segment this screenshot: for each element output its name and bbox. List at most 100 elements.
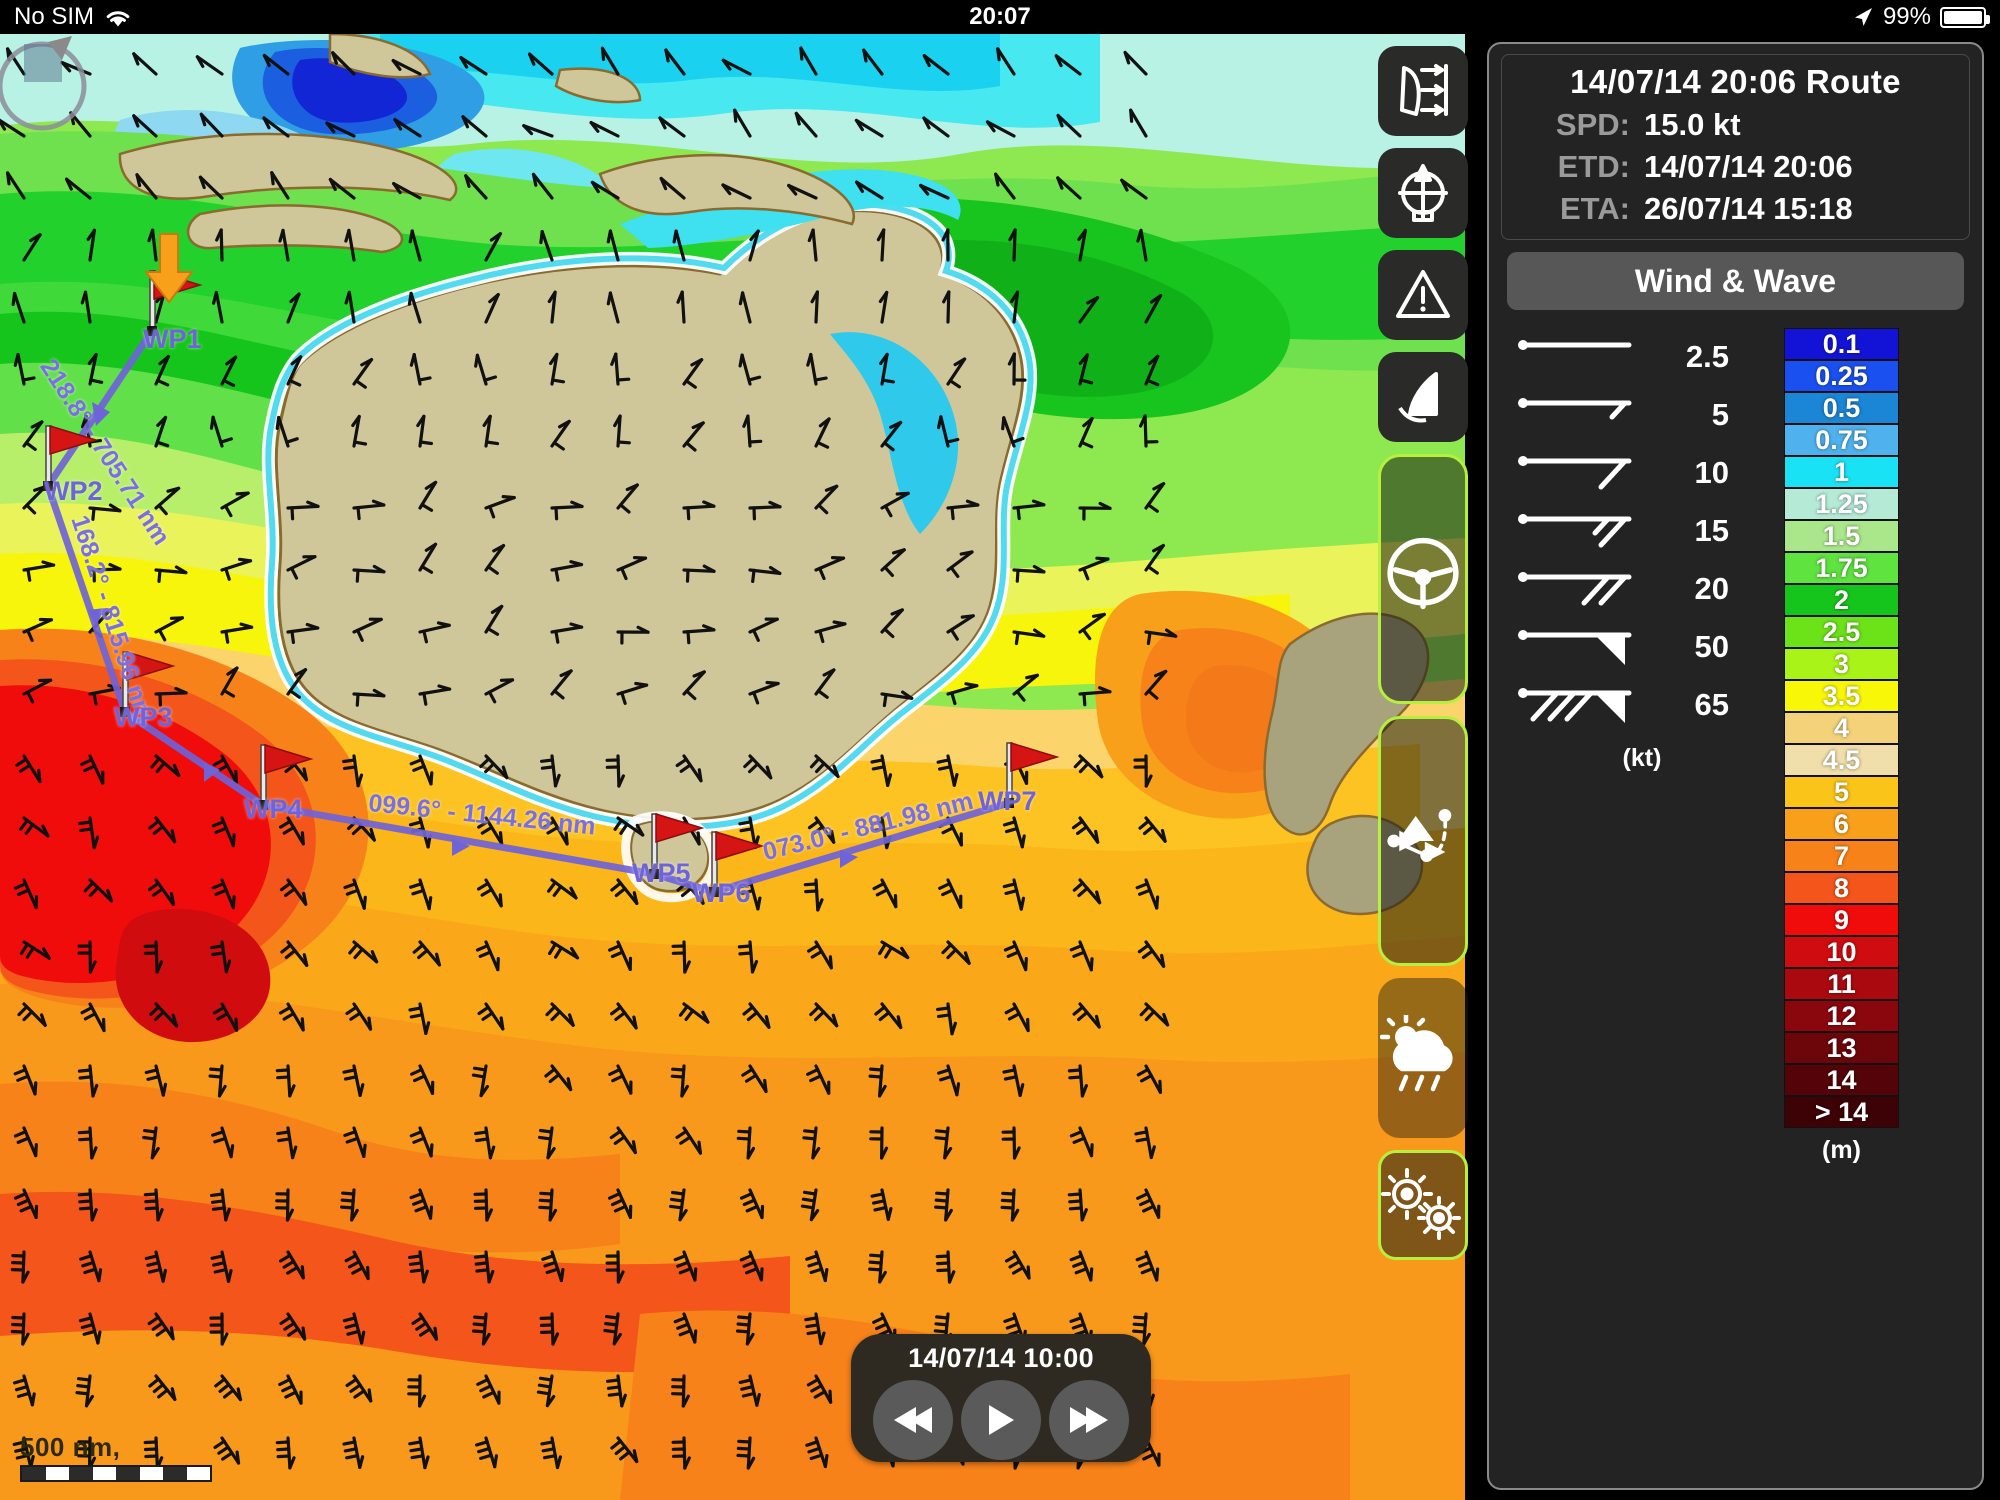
wave-scale-stop: 9 [1784, 904, 1899, 936]
helm-button[interactable] [1378, 454, 1468, 704]
track-route-icon [1387, 809, 1452, 863]
compass-rose-icon [1398, 164, 1448, 222]
battery-percent: 99% [1882, 3, 1931, 30]
wind-barb-row: 50 [1517, 618, 1784, 676]
weather-cloud-icon [1380, 1015, 1453, 1092]
waypoint-label-wp2: WP2 [44, 476, 103, 506]
wind-barb-row: 10 [1517, 444, 1784, 502]
wave-scale-stop: 1.75 [1784, 552, 1899, 584]
wind-barb-row: 5 [1517, 386, 1784, 444]
wave-scale-stop: 14 [1784, 1064, 1899, 1096]
warning-alerts-button[interactable] [1378, 250, 1468, 340]
map-scale-bar: 500 nm, [20, 1432, 212, 1482]
route-etd-key: ETD: [1557, 149, 1630, 184]
wave-scale-stop: 4 [1784, 712, 1899, 744]
wind-barb-value: 10 [1694, 455, 1729, 490]
wind-barb-symbol [1518, 688, 1632, 723]
wind-barb-row: 2.5 [1517, 328, 1784, 386]
wind-unit-label: (kt) [1622, 744, 1662, 772]
route-summary-box[interactable]: 14/07/14 20:06 Route SPD: 15.0 kt ETD: 1… [1501, 54, 1970, 240]
wind-barb-value: 2.5 [1685, 339, 1729, 374]
map-canvas[interactable]: 218.8° - 705.71 nm 168.2° - 815.96 nm 09… [0, 34, 1465, 1500]
rewind-button[interactable] [873, 1380, 953, 1460]
waypoint-label-wp1: WP1 [143, 324, 202, 354]
wind-barb-value: 15 [1694, 513, 1729, 548]
wave-scale-stop: 0.5 [1784, 392, 1899, 424]
route-optimise-icon [1400, 64, 1448, 116]
status-bar-right: 99% [1852, 3, 1990, 31]
player-buttons [873, 1380, 1129, 1460]
route-title: 14/07/14 20:06 Route [1570, 63, 1901, 100]
waypoint-label-wp7: WP7 [978, 786, 1037, 816]
map-weather-layer [0, 34, 1465, 1500]
wind-barb-symbol [1518, 398, 1632, 420]
forecast-timestamp: 14/07/14 10:00 [908, 1343, 1094, 1373]
wave-scale-stop: 1.25 [1784, 488, 1899, 520]
sail-boat-icon [1398, 372, 1438, 423]
wave-scale-stop: 8 [1784, 872, 1899, 904]
wind-barb-value: 20 [1694, 571, 1729, 606]
wave-scale-stop: 0.25 [1784, 360, 1899, 392]
wind-barb-value: 5 [1711, 397, 1729, 432]
wind-barb-legend: 2.5 5 10 15 20 50 65 (kt) [1489, 328, 1784, 1165]
helm-wheel-icon [1387, 537, 1459, 610]
settings-gears-icon [1381, 1168, 1461, 1240]
clock: 20:07 [969, 3, 1031, 30]
compass-rose-button[interactable] [1378, 148, 1468, 238]
wind-barb-symbol [1518, 572, 1632, 606]
play-button[interactable] [961, 1380, 1041, 1460]
route-eta-key: ETA: [1559, 191, 1630, 226]
weather-routing-app: No SIM 20:07 99% 218.8° - 705.71 nm 168.… [0, 0, 2000, 1500]
tracks-button[interactable] [1378, 716, 1468, 966]
wind-barb-row: 15 [1517, 502, 1784, 560]
wave-scale-stop: 10 [1784, 936, 1899, 968]
wave-scale-stop: 2 [1784, 584, 1899, 616]
wave-scale-stop: 12 [1784, 1000, 1899, 1032]
scale-bar-ticks [20, 1465, 212, 1482]
wind-barb-symbol [1518, 340, 1632, 350]
wave-scale-stop: 6 [1784, 808, 1899, 840]
status-bar: No SIM 20:07 99% [0, 0, 2000, 34]
wind-barb-value: 65 [1694, 687, 1729, 722]
wind-barb-symbol [1518, 456, 1632, 490]
wave-scale-stop: 0.75 [1784, 424, 1899, 456]
wind-barb-row: 20 [1517, 560, 1784, 618]
wave-scale-stop: 1.5 [1784, 520, 1899, 552]
tool-sidebar [1378, 46, 1472, 1272]
fast-forward-button[interactable] [1049, 1380, 1129, 1460]
warning-triangle-icon [1396, 270, 1450, 318]
route-row-etd: ETD: 14/07/14 20:06 [1512, 149, 1959, 185]
wave-unit-label: (m) [1822, 1136, 1861, 1164]
wave-scale-stop: 0.1 [1784, 328, 1899, 360]
layer-selector-button[interactable]: Wind & Wave [1507, 252, 1964, 310]
waypoint-label-wp3: WP3 [114, 702, 173, 732]
settings-button[interactable] [1378, 1150, 1468, 1260]
wave-scale-stop: 4.5 [1784, 744, 1899, 776]
sail-boat-button[interactable] [1378, 352, 1468, 442]
timeline-player[interactable]: 14/07/14 10:00 [851, 1334, 1151, 1462]
wind-barb-value: 50 [1694, 629, 1729, 664]
waypoint-label-wp6: WP6 [692, 878, 751, 908]
battery-icon [1940, 6, 1990, 28]
fast-forward-icon-2 [1086, 1407, 1108, 1433]
scale-bar-label: 500 nm, [20, 1432, 121, 1462]
wind-barb-symbol [1518, 514, 1632, 548]
wave-scale-stop: > 14 [1784, 1096, 1899, 1128]
route-spd-value: 15.0 kt [1644, 107, 1741, 142]
wave-scale-stop: 3.5 [1784, 680, 1899, 712]
weather-button[interactable] [1378, 978, 1468, 1138]
route-row-eta: ETA: 26/07/14 15:18 [1512, 191, 1959, 227]
ocean-wave-field [0, 34, 1465, 1500]
wave-height-scale: 0.1 0.25 0.5 0.75 1 1.25 1.5 1.75 2 2.5 3 3.5 4 4.5 5 6… [1784, 328, 1899, 1165]
legend-area: 2.5 5 10 15 20 50 65 (kt) 0.1 0.25 0.5 0.75 1 1.25 1… [1489, 328, 1982, 1165]
waypoint-label-wp4: WP4 [244, 794, 303, 824]
wave-scale-stop: 3 [1784, 648, 1899, 680]
waypoint-label-wp5: WP5 [632, 858, 691, 888]
info-panel: 14/07/14 20:06 Route SPD: 15.0 kt ETD: 1… [1487, 42, 1984, 1490]
wave-scale-stop: 11 [1784, 968, 1899, 1000]
route-optimise-button[interactable] [1378, 46, 1468, 136]
wave-scale-stop: 5 [1784, 776, 1899, 808]
play-icon [988, 1405, 1014, 1435]
location-arrow-icon [1854, 8, 1872, 26]
wave-scale-stop: 2.5 [1784, 616, 1899, 648]
